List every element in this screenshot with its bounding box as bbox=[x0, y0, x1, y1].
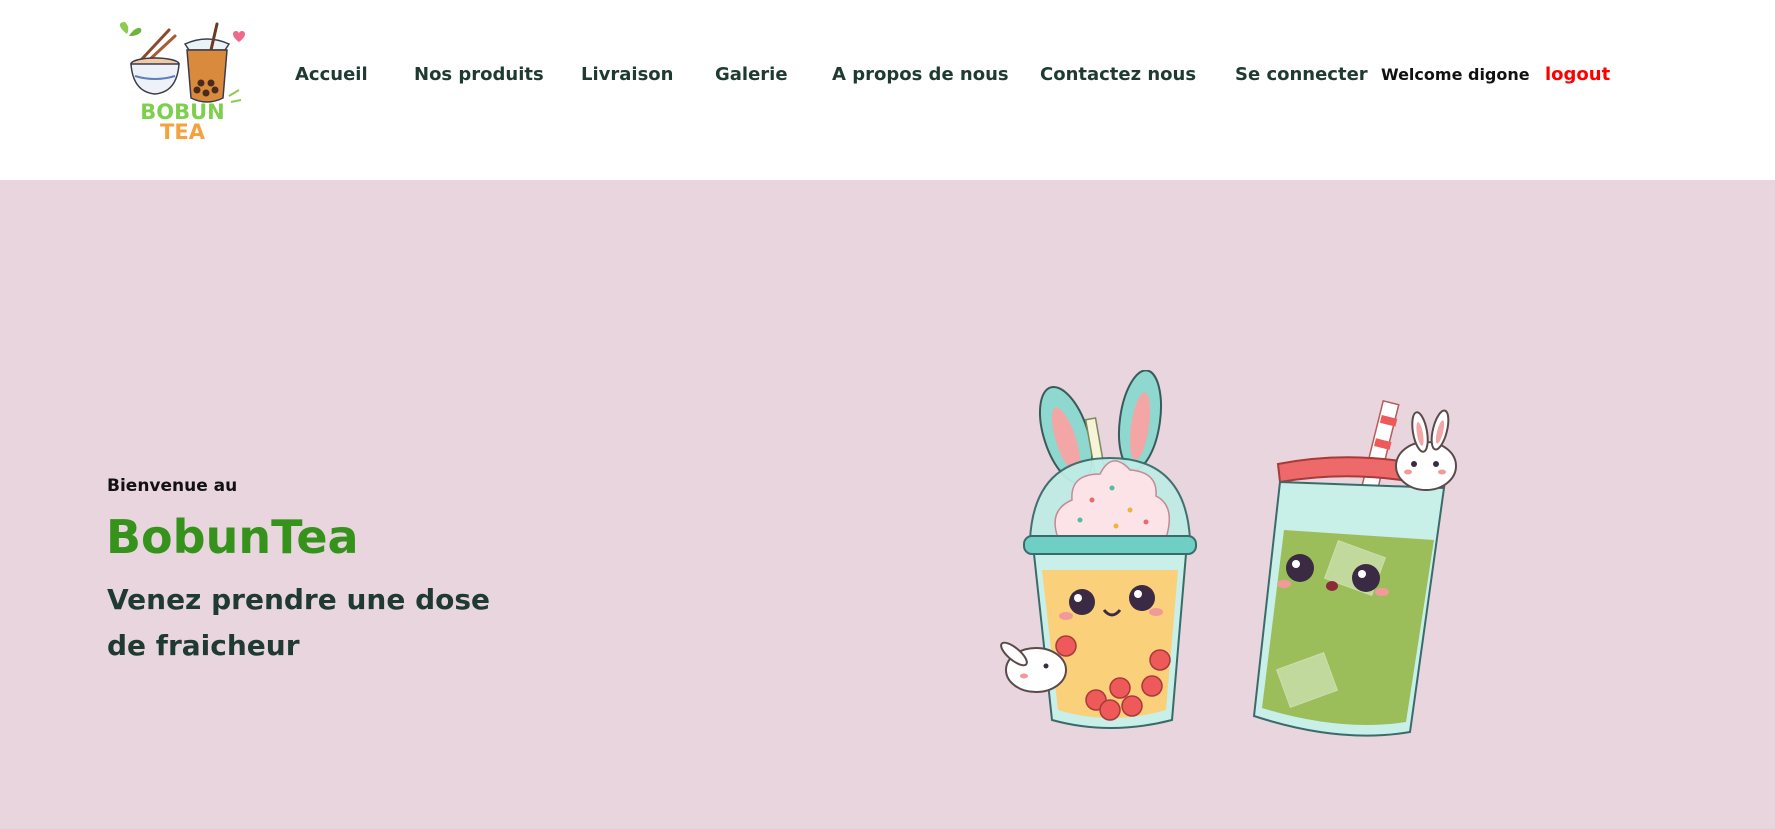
welcome-user-text: Welcome digone bbox=[1381, 65, 1530, 84]
nav-link-nos-produits[interactable]: Nos produits bbox=[414, 63, 544, 87]
nav-link-contactez-nous[interactable]: Contactez nous bbox=[1040, 63, 1196, 87]
hero-intro-text: Bienvenue au bbox=[107, 476, 238, 496]
site-header: BOBUN TEA Accueil Nos produits Livraison… bbox=[0, 0, 1775, 180]
hero-title: BobunTea bbox=[106, 510, 359, 564]
nav-link-a-propos[interactable]: A propos de nous bbox=[832, 63, 1009, 87]
hero-section bbox=[0, 180, 1775, 829]
nav-link-livraison[interactable]: Livraison bbox=[581, 63, 673, 87]
bobuntea-logo[interactable]: BOBUN TEA bbox=[115, 20, 250, 150]
bobuntea-logo-graphic bbox=[119, 22, 245, 103]
hero-subtitle: Venez prendre une dose de fraicheur bbox=[107, 583, 491, 662]
bubble-tea-bunnies-illustration bbox=[1000, 370, 1457, 737]
logout-link[interactable]: logout bbox=[1545, 63, 1610, 87]
nav-link-accueil[interactable]: Accueil bbox=[295, 63, 368, 87]
nav-link-galerie[interactable]: Galerie bbox=[715, 63, 788, 87]
logo-text-tea: TEA bbox=[160, 120, 205, 144]
nav-link-se-connecter[interactable]: Se connecter bbox=[1235, 63, 1368, 87]
small-bunny-right bbox=[1395, 409, 1457, 491]
